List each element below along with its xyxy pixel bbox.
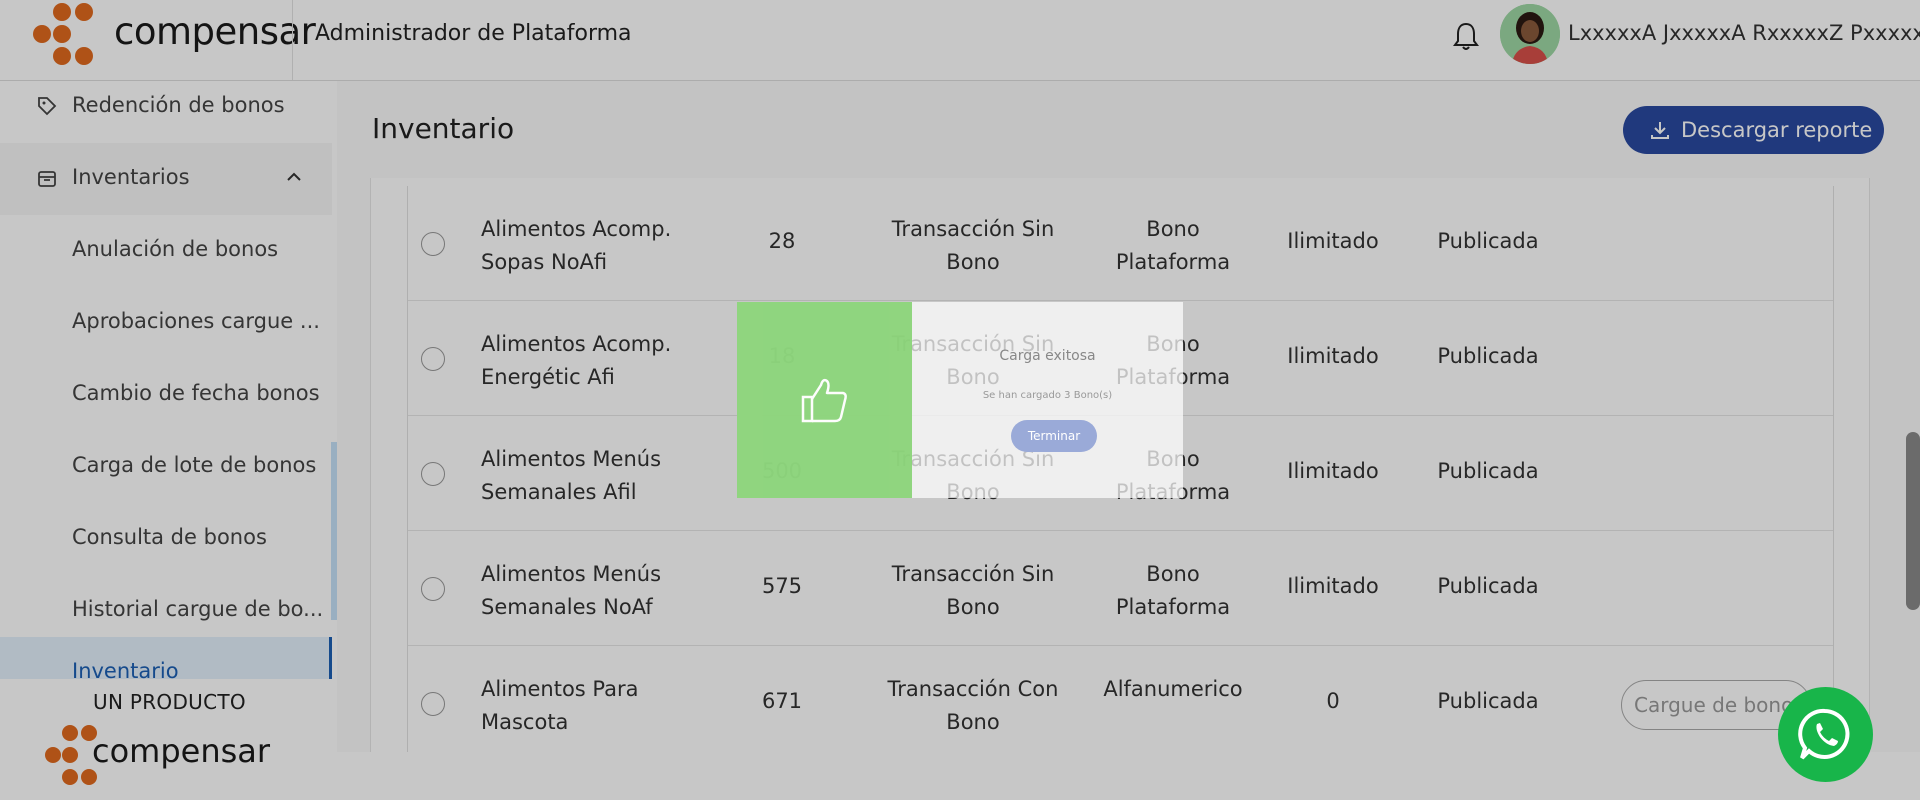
modal-success-panel xyxy=(737,302,912,498)
modal-subtitle: Se han cargado 3 Bono(s) xyxy=(982,390,1113,401)
modal-body: Carga exitosa Se han cargado 3 Bono(s) T… xyxy=(912,302,1183,498)
whatsapp-button[interactable] xyxy=(1778,687,1873,782)
terminar-button[interactable]: Terminar xyxy=(1011,420,1097,452)
whatsapp-icon xyxy=(1798,708,1850,760)
success-modal: Carga exitosa Se han cargado 3 Bono(s) T… xyxy=(737,302,1183,498)
modal-title: Carga exitosa xyxy=(999,348,1096,364)
thumbs-up-icon xyxy=(801,378,847,423)
